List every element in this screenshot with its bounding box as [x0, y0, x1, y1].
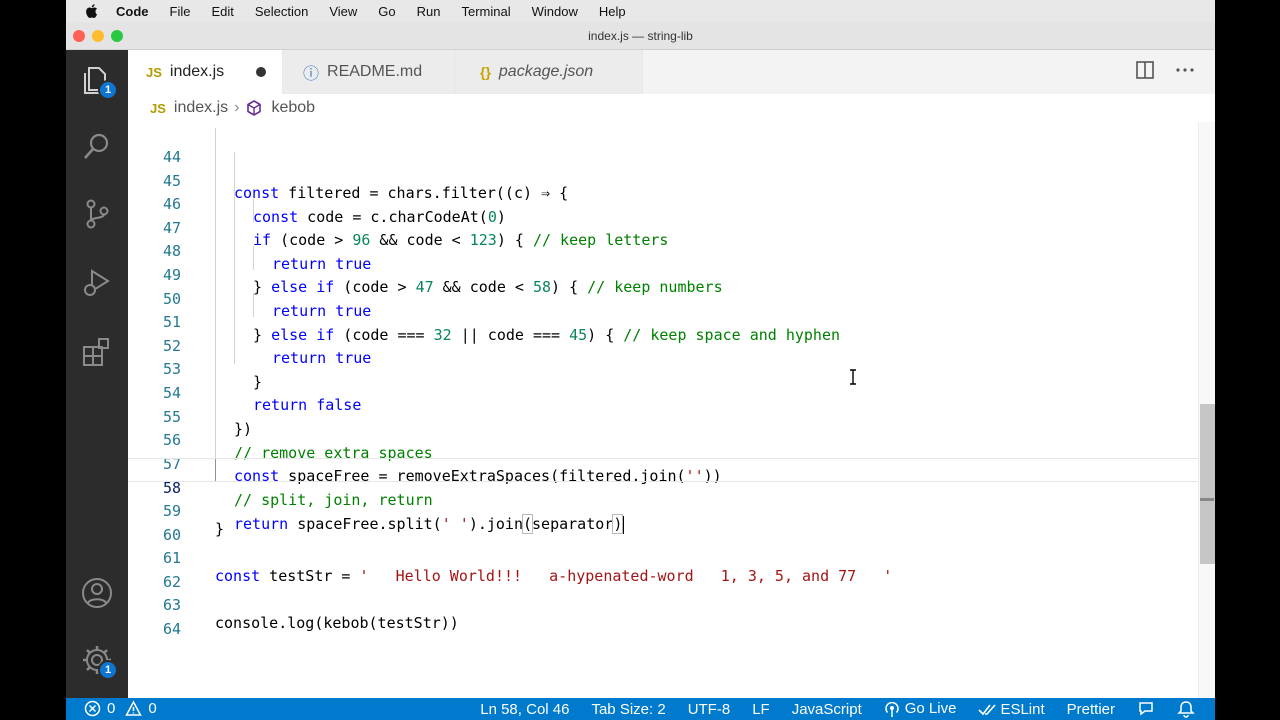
search-button[interactable]: [66, 117, 128, 177]
apple-logo-icon[interactable]: [84, 3, 98, 19]
menu-run[interactable]: Run: [417, 4, 441, 19]
javascript-file-icon: JS: [146, 64, 162, 80]
code-line: 52 }: [128, 316, 1198, 391]
info-file-icon: ⓘ: [303, 66, 320, 83]
go-live-button[interactable]: Go Live: [884, 700, 957, 718]
tab-readme-md[interactable]: ⓘ README.md: [283, 50, 456, 94]
code-line: 48 } else if (code > 47 && code < 58) { …: [128, 222, 1198, 296]
run-debug-button[interactable]: [66, 253, 128, 313]
warning-icon: [125, 700, 143, 716]
menu-app-name[interactable]: Code: [116, 4, 149, 19]
mac-menu-bar: Code File Edit Selection View Go Run Ter…: [66, 0, 1215, 22]
code-line: 46 if (code > 96 && code < 123) { // kee…: [128, 175, 1198, 249]
tab-label: README.md: [327, 63, 423, 80]
more-actions-icon[interactable]: [1175, 60, 1195, 80]
indentation-setting[interactable]: Tab Size: 2: [591, 701, 665, 718]
breadcrumb-file[interactable]: index.js: [174, 99, 228, 117]
source-control-icon: [86, 199, 109, 229]
code-line: 64: [128, 600, 1198, 638]
run-debug-icon: [84, 269, 110, 296]
explorer-button[interactable]: 1: [66, 50, 128, 110]
method-symbol-icon: [247, 100, 262, 116]
account-icon: [82, 578, 112, 608]
language-mode[interactable]: JavaScript: [792, 701, 862, 718]
left-margin: [0, 0, 66, 720]
menu-selection[interactable]: Selection: [255, 4, 308, 19]
manage-button[interactable]: 1: [66, 630, 128, 690]
prettier-status[interactable]: Prettier: [1067, 701, 1115, 718]
eslint-label: ESLint: [1000, 700, 1045, 718]
current-code-line: 58 return spaceFree.split(' ').join(sepa…: [128, 458, 1198, 535]
search-icon: [84, 133, 109, 159]
notifications-bell-icon[interactable]: [1177, 700, 1195, 718]
code-line: 50 } else if (code === 32 || code === 45…: [128, 269, 1198, 344]
settings-badge: 1: [98, 660, 118, 680]
menu-file[interactable]: File: [170, 4, 191, 19]
code-line: 61 const testStr = ' Hello World!!! a-hy…: [128, 529, 1198, 585]
vertical-scrollbar[interactable]: [1198, 122, 1215, 698]
code-line: 63 console.log(kebob(testStr)): [128, 576, 1198, 632]
code-line: 45 const code = c.charCodeAt(0): [128, 151, 1198, 226]
code-line: 56 const spaceFree = removeExtraSpaces(f…: [128, 411, 1198, 485]
menu-help[interactable]: Help: [599, 4, 626, 19]
menu-go[interactable]: Go: [378, 4, 395, 19]
code-line: 54 }): [128, 364, 1198, 438]
code-line: 49 return true: [128, 246, 1198, 320]
eslint-status[interactable]: ESLint: [978, 700, 1045, 718]
extensions-icon: [83, 338, 109, 366]
tab-package-json[interactable]: {} package.json: [456, 50, 643, 94]
menu-window[interactable]: Window: [532, 4, 578, 19]
line-number: 64: [162, 620, 181, 638]
code-editor[interactable]: 44 const filtered = chars.filter((c) ⇒ {…: [128, 122, 1198, 698]
code-line: 47 return true: [128, 198, 1198, 273]
code-line: 60: [128, 506, 1198, 544]
end-of-line[interactable]: LF: [752, 701, 770, 718]
tab-index-js[interactable]: JS index.js: [128, 50, 283, 94]
status-bar: 0 0 Ln 58, Col 46 Tab Size: 2 UTF-8 LF J…: [66, 698, 1215, 720]
error-count: 0: [107, 700, 116, 717]
window-title-bar: index.js — string-lib: [66, 22, 1215, 50]
menu-view[interactable]: View: [329, 4, 357, 19]
menu-terminal[interactable]: Terminal: [462, 4, 511, 19]
double-check-icon: [978, 703, 997, 715]
chevron-right-icon: ›: [234, 99, 240, 116]
problems-indicator[interactable]: 0 0: [84, 700, 157, 717]
accounts-button[interactable]: [66, 563, 128, 623]
code-line: 55 // remove extra spaces: [128, 387, 1198, 462]
tab-label: index.js: [169, 63, 225, 80]
json-file-icon: {}: [480, 64, 491, 80]
file-encoding[interactable]: UTF-8: [688, 701, 731, 718]
status-right-items: Ln 58, Col 46 Tab Size: 2 UTF-8 LF JavaS…: [480, 700, 1195, 718]
menu-edit[interactable]: Edit: [211, 4, 233, 19]
activity-bar: 1 1: [66, 50, 128, 698]
explorer-badge: 1: [98, 80, 118, 100]
broadcast-icon: [885, 701, 899, 717]
code-line: 62: [128, 553, 1198, 591]
code-line: 51 return true: [128, 293, 1198, 367]
warning-count: 0: [148, 700, 157, 717]
window-title: index.js — string-lib: [588, 29, 693, 43]
split-editor-icon[interactable]: [1135, 60, 1155, 80]
go-live-label: Go Live: [904, 700, 957, 718]
extensions-button[interactable]: [66, 322, 128, 382]
editor-tab-bar: JS index.js ⓘ README.md {} package.json: [128, 50, 1215, 94]
scrollbar-thumb[interactable]: [1200, 404, 1215, 564]
mouse-ibeam-cursor-icon: [850, 369, 856, 385]
tab-label: package.json: [498, 63, 594, 80]
code-line: 59 }: [128, 482, 1198, 538]
source-control-button[interactable]: [66, 184, 128, 244]
tab-actions: [1135, 60, 1195, 80]
code-line: 57 // split, join, return: [128, 434, 1198, 509]
error-icon: [84, 700, 101, 717]
breadcrumb-symbol[interactable]: kebob: [271, 99, 315, 117]
right-margin: [1215, 0, 1280, 720]
cursor-position[interactable]: Ln 58, Col 46: [480, 701, 569, 718]
javascript-file-icon: JS: [150, 100, 166, 116]
cursor-overview-marker: [1200, 498, 1214, 501]
feedback-icon[interactable]: [1137, 700, 1155, 718]
code-line: 53 return false: [128, 340, 1198, 414]
breadcrumb: JS index.js › kebob: [128, 94, 1215, 122]
unsaved-dot-icon[interactable]: [256, 67, 266, 77]
code-line: 44 const filtered = chars.filter((c) ⇒ {: [128, 128, 1198, 202]
